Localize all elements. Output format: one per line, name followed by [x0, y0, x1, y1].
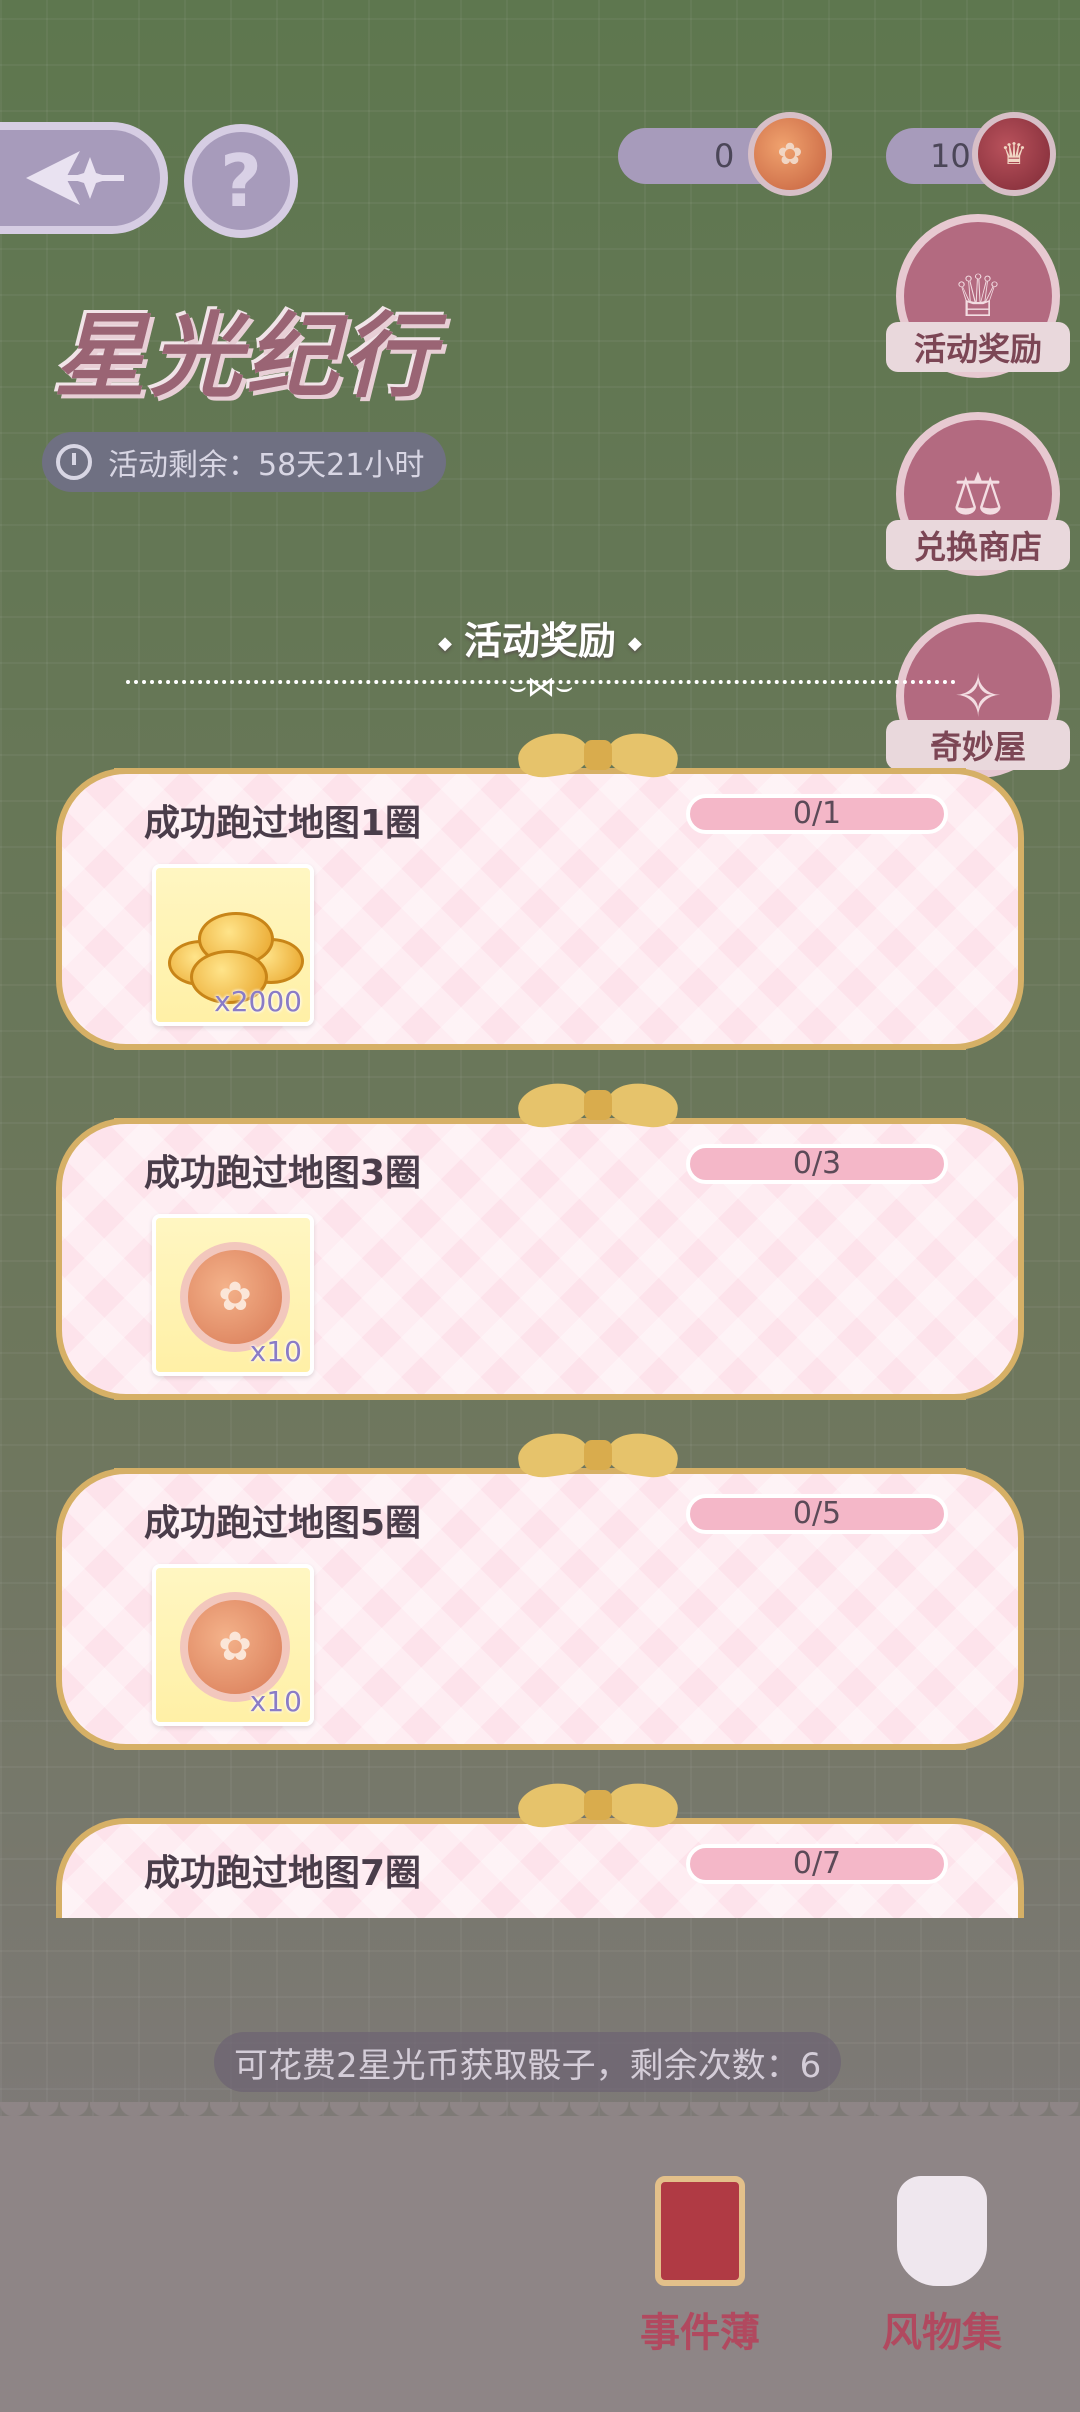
reward-qty: x2000 — [214, 985, 302, 1018]
reward-progress: 0/7 — [686, 1844, 948, 1884]
reward-qty: x10 — [249, 1335, 302, 1368]
reward-qty: x10 — [249, 1685, 302, 1718]
divider-bow-icon: ⌣⋈⌣ — [508, 670, 574, 703]
question-icon: ? — [220, 139, 262, 223]
currency-reward-token[interactable]: 10 ♛ — [886, 112, 1056, 196]
reward-card: 成功跑过地图3圈 0/3 ✿ x10 — [56, 1090, 1024, 1400]
reward-icon: ♕ — [952, 262, 1004, 330]
reward-progress: 0/3 — [686, 1144, 948, 1184]
progress-text: 0/5 — [792, 1496, 842, 1531]
reward-progress: 0/5 — [686, 1494, 948, 1534]
timer-text: 活动剩余：58天21小时 — [108, 448, 425, 483]
reward-title: 成功跑过地图3圈 — [144, 1153, 422, 1194]
collection-label: 风物集 — [882, 2310, 1002, 2356]
scale-icon: ⚖ — [952, 460, 1004, 528]
dice-hint: 可花费2星光币获取骰子，剩余次数：6 — [214, 2032, 842, 2092]
reward-progress: 0/1 — [686, 794, 948, 834]
event-logo: 星光纪行 — [54, 302, 439, 410]
event-book-label: 事件薄 — [640, 2310, 760, 2356]
starlight-coin-icon: ✿ — [748, 112, 832, 196]
magic-house-label: 奇妙屋 — [886, 720, 1070, 770]
progress-text: 0/3 — [792, 1146, 842, 1181]
reward-item[interactable]: ✿ x10 — [152, 1564, 314, 1726]
reward-item[interactable]: ✿ x10 — [152, 1214, 314, 1376]
card-bow-icon — [518, 1430, 678, 1482]
progress-text: 0/1 — [792, 796, 842, 831]
reward-token-icon: ♛ — [972, 112, 1056, 196]
currency-starlight-coin[interactable]: 0 ✿ — [618, 112, 832, 196]
panel-title-text: 活动奖励 — [463, 619, 616, 663]
reward-card-partial: 成功跑过地图7圈 0/7 — [56, 1790, 1024, 1918]
clock-icon — [56, 444, 92, 480]
reward-card: 成功跑过地图5圈 0/5 ✿ x10 — [56, 1440, 1024, 1750]
collection-button[interactable]: 风物集 — [862, 2176, 1022, 2358]
card-bow-icon — [518, 730, 678, 782]
reward-menu-label: 活动奖励 — [886, 322, 1070, 372]
panel-title: ◆ 活动奖励 ◆ — [438, 619, 642, 663]
currency-1-value: 0 — [714, 137, 735, 175]
reward-card: 成功跑过地图1圈 0/1 x2000 — [56, 740, 1024, 1050]
back-button[interactable] — [0, 122, 168, 234]
card-bow-icon — [518, 1780, 678, 1832]
book-icon — [655, 2176, 745, 2286]
event-book-button[interactable]: 事件薄 — [620, 2176, 780, 2358]
card-bow-icon — [518, 1080, 678, 1132]
gold-coins-icon — [168, 898, 304, 1004]
currency-2-value: 10 — [930, 137, 971, 175]
reward-title: 成功跑过地图7圈 — [144, 1853, 422, 1894]
reward-title: 成功跑过地图5圈 — [144, 1503, 422, 1544]
shop-menu-label: 兑换商店 — [886, 520, 1070, 570]
event-timer: 活动剩余：58天21小时 — [42, 432, 447, 492]
reward-title: 成功跑过地图1圈 — [144, 803, 422, 844]
bottle-icon — [897, 2176, 987, 2286]
back-arrow-icon — [26, 151, 124, 205]
progress-text: 0/7 — [792, 1846, 842, 1881]
help-button[interactable]: ? — [184, 124, 298, 238]
reward-item[interactable]: x2000 — [152, 864, 314, 1026]
